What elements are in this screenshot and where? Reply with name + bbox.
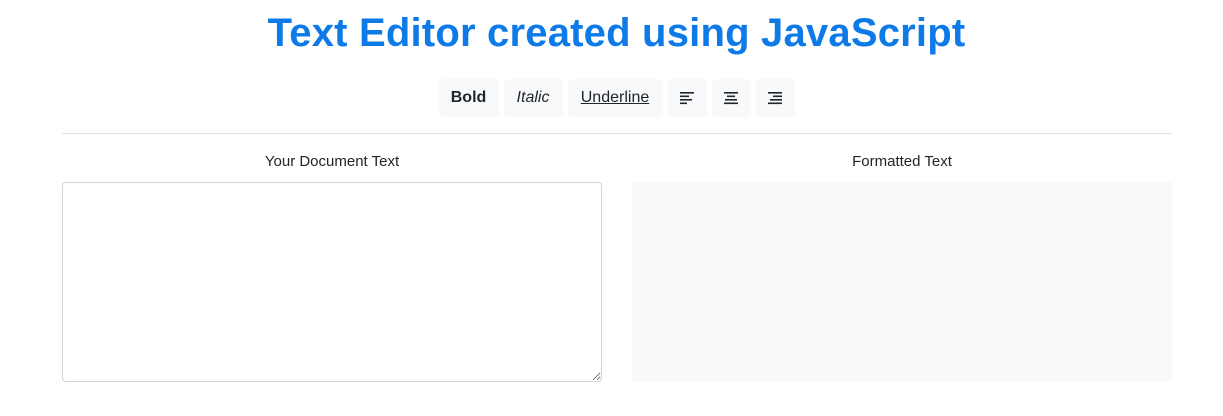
formatting-toolbar: Bold Italic Underline xyxy=(0,79,1223,117)
document-text-input[interactable] xyxy=(62,182,602,382)
page: Text Editor created using JavaScript Bol… xyxy=(0,0,1223,416)
formatted-text-output xyxy=(632,182,1172,382)
align-left-icon xyxy=(680,91,694,105)
document-text-label: Your Document Text xyxy=(264,153,400,170)
underline-button[interactable]: Underline xyxy=(567,79,663,117)
align-right-button[interactable] xyxy=(755,79,795,117)
page-title: Text Editor created using JavaScript xyxy=(267,11,966,55)
align-center-button[interactable] xyxy=(711,79,751,117)
divider xyxy=(62,133,1172,134)
bold-button[interactable]: Bold xyxy=(438,79,499,117)
align-center-icon xyxy=(724,91,738,105)
formatted-text-label: Formatted Text xyxy=(852,153,952,170)
align-left-button[interactable] xyxy=(667,79,707,117)
italic-button[interactable]: Italic xyxy=(503,79,563,117)
align-right-icon xyxy=(768,91,782,105)
